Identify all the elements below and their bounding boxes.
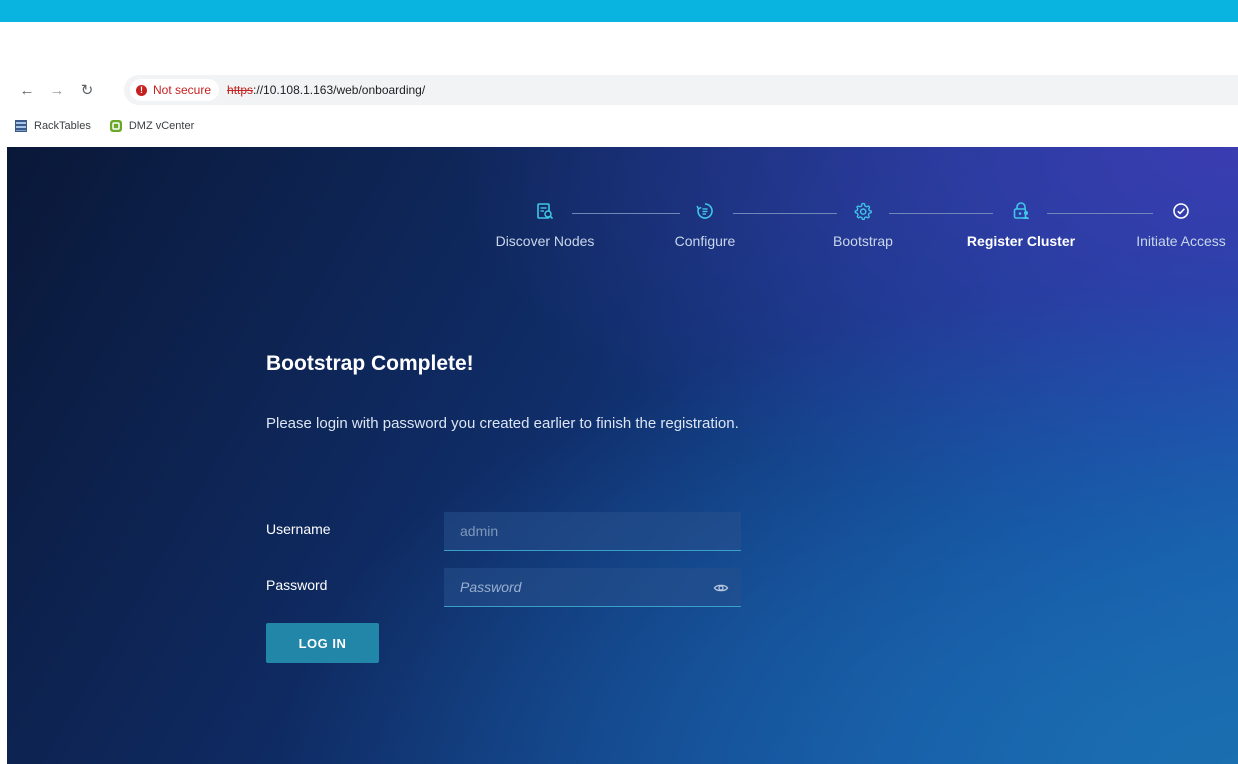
step-discover-nodes: Discover Nodes bbox=[470, 201, 620, 249]
configure-icon bbox=[696, 203, 713, 219]
top-accent-strip bbox=[0, 0, 1238, 22]
password-label: Password bbox=[266, 577, 328, 593]
step-register-cluster: Register Cluster bbox=[946, 201, 1096, 249]
bookmark-label: DMZ vCenter bbox=[128, 120, 195, 132]
step-label: Bootstrap bbox=[833, 233, 893, 249]
username-value: admin bbox=[460, 523, 499, 539]
warning-icon: ! bbox=[136, 84, 147, 96]
password-placeholder: Password bbox=[460, 579, 522, 595]
step-configure: Configure bbox=[630, 201, 780, 249]
step-initiate-access: Initiate Access bbox=[1106, 201, 1238, 249]
login-button[interactable]: LOG IN bbox=[266, 623, 379, 663]
eye-icon[interactable] bbox=[713, 580, 729, 596]
step-bootstrap: Bootstrap bbox=[788, 201, 938, 249]
url-scheme: https bbox=[227, 83, 254, 97]
page-title: Bootstrap Complete! bbox=[266, 352, 474, 375]
check-circle-icon bbox=[1173, 203, 1189, 219]
lock-user-icon bbox=[1013, 202, 1030, 219]
step-label: Register Cluster bbox=[966, 233, 1076, 249]
username-label: Username bbox=[266, 521, 331, 537]
address-bar[interactable]: ! Not secure https ://10.108.1.163/web/o… bbox=[124, 75, 1238, 105]
back-arrow-icon[interactable]: ← bbox=[14, 77, 40, 103]
username-field[interactable]: admin bbox=[444, 512, 741, 551]
onboarding-app: Discover Nodes Configure Bootstrap Regis… bbox=[7, 147, 1238, 764]
step-label: Discover Nodes bbox=[495, 233, 595, 249]
bookmark-racktables[interactable]: RackTables bbox=[14, 119, 91, 133]
password-field[interactable]: Password bbox=[444, 568, 741, 607]
security-label: Not secure bbox=[153, 83, 212, 97]
step-label: Configure bbox=[674, 233, 736, 249]
browser-toolbar: ← → ↻ ! Not secure https ://10.108.1.163… bbox=[0, 72, 1238, 108]
page-subtitle: Please login with password you created e… bbox=[266, 415, 739, 432]
onboarding-stepper: Discover Nodes Configure Bootstrap Regis… bbox=[7, 147, 1238, 277]
bookmark-label: RackTables bbox=[34, 120, 91, 132]
url-path: ://10.108.1.163/web/onboarding/ bbox=[253, 83, 426, 97]
gear-icon bbox=[854, 202, 872, 221]
bookmarks-bar: RackTables DMZ vCenter bbox=[0, 114, 1238, 138]
security-chip[interactable]: ! Not secure bbox=[130, 79, 220, 101]
discover-icon bbox=[537, 203, 554, 220]
server-icon bbox=[15, 120, 27, 132]
vcenter-icon bbox=[109, 120, 122, 132]
reload-icon[interactable]: ↻ bbox=[74, 77, 100, 103]
step-label: Initiate Access bbox=[1136, 233, 1226, 249]
forward-arrow-icon[interactable]: → bbox=[44, 77, 70, 103]
bookmark-dmz-vcenter[interactable]: DMZ vCenter bbox=[109, 119, 194, 133]
